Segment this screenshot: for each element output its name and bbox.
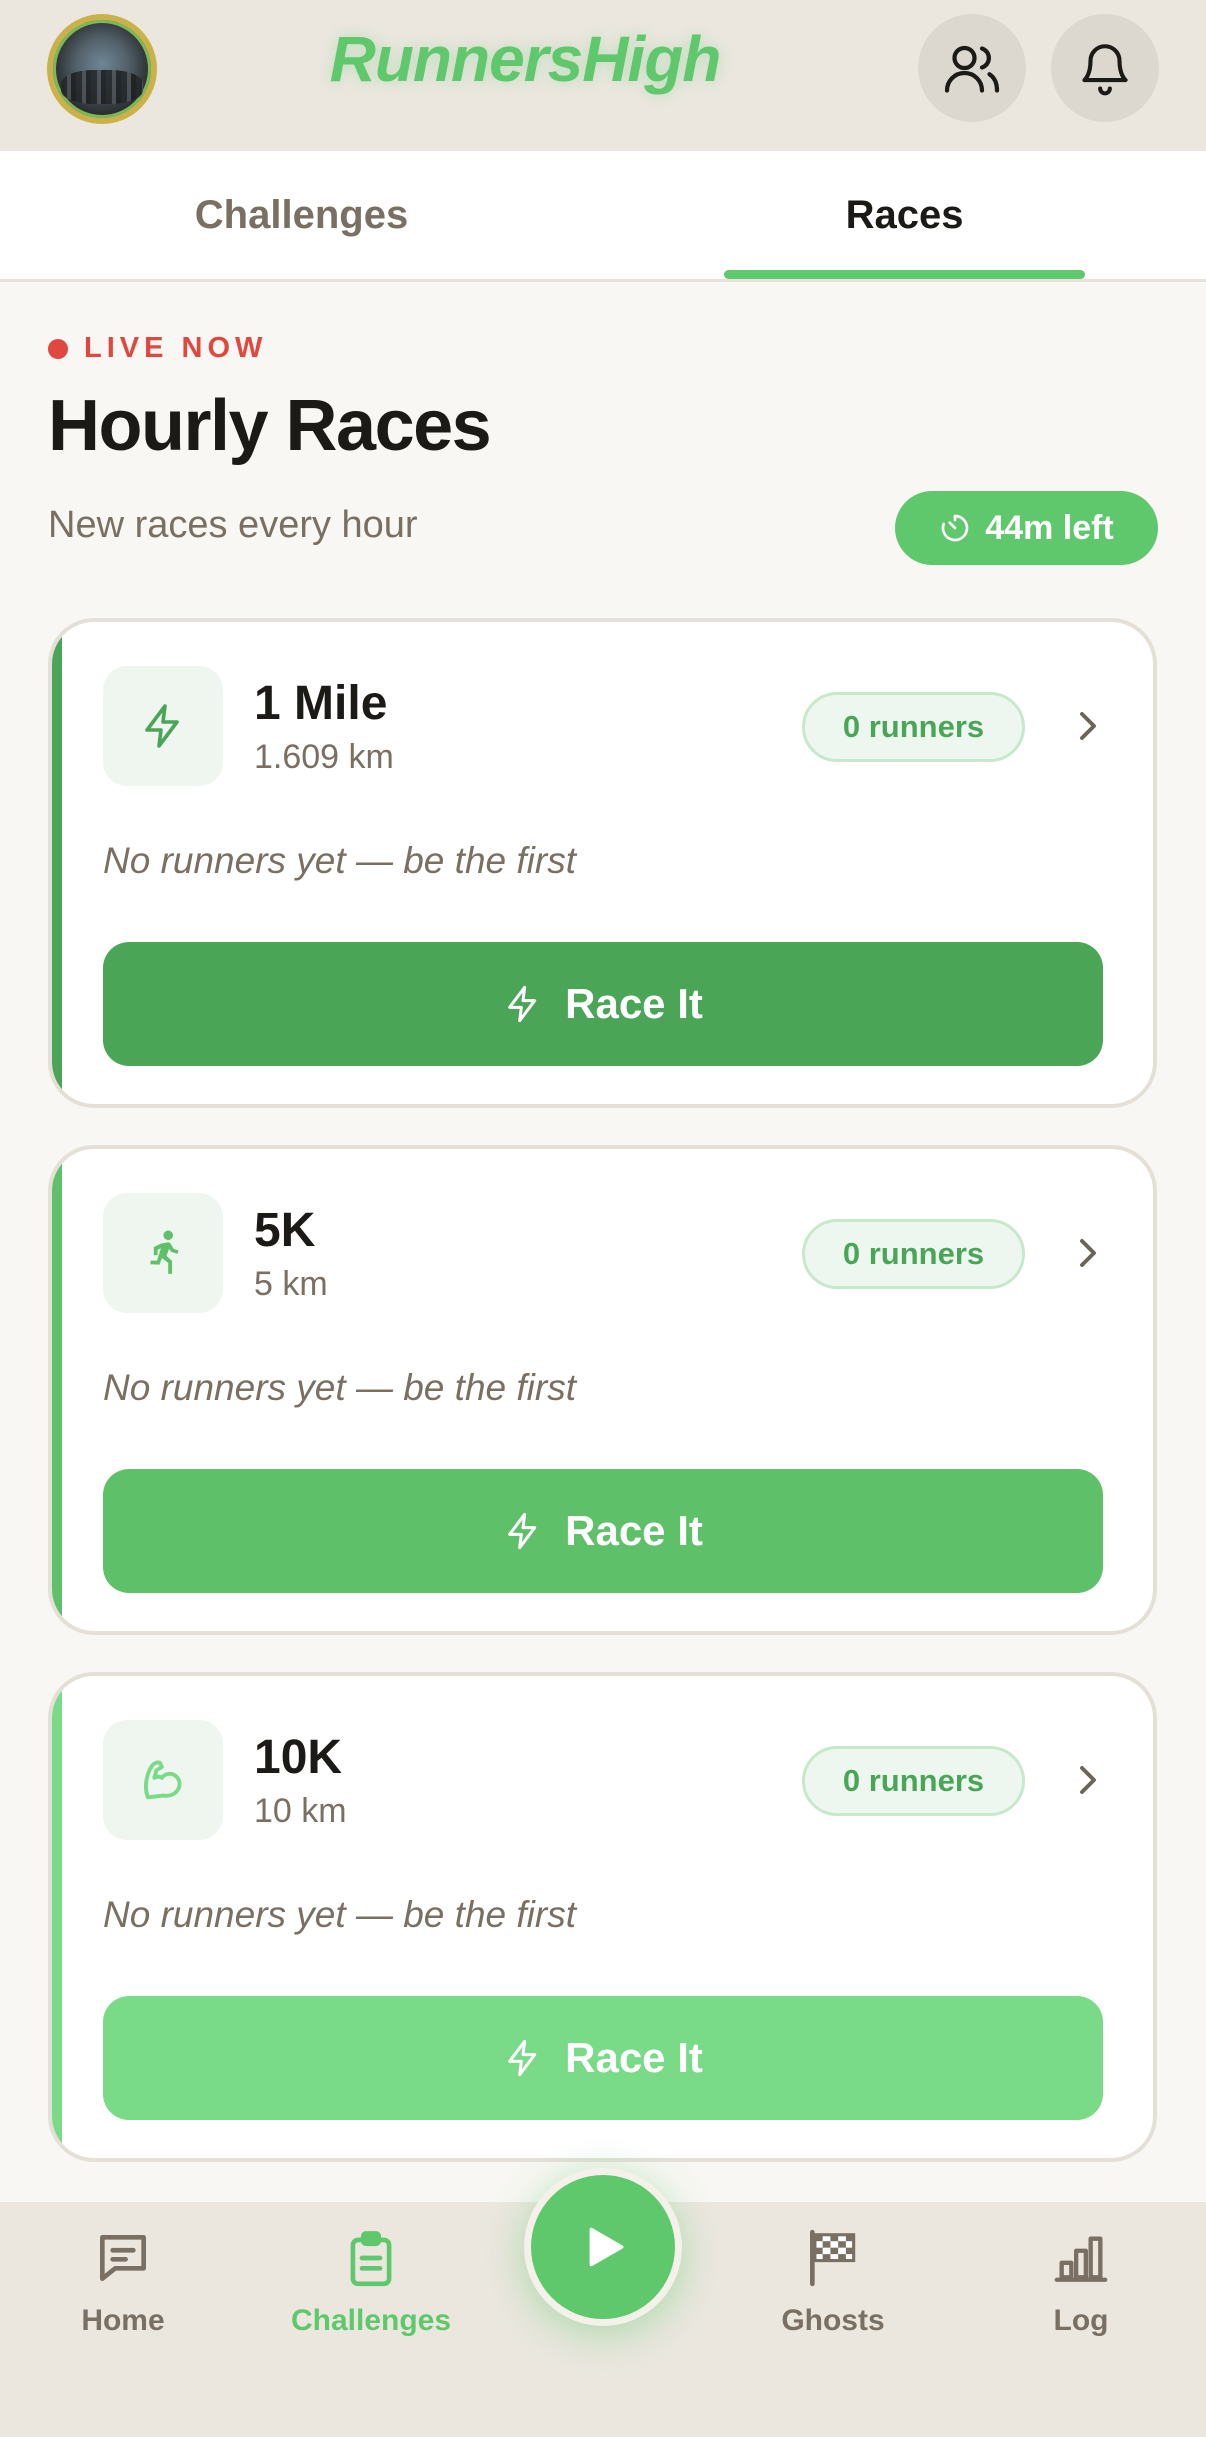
chat-icon [100, 2235, 146, 2281]
page-subtitle: New races every hour [48, 504, 418, 546]
app-logo: RunnersHigh [329, 23, 722, 95]
chevron-right-icon[interactable] [1070, 706, 1106, 746]
race-distance: 1.609 km [254, 738, 394, 776]
nav-log[interactable]: Log [981, 2222, 1181, 2352]
race-name: 5K [254, 1204, 316, 1257]
race-distance: 5 km [254, 1265, 328, 1303]
card-accent [52, 1676, 62, 2158]
app-header: RunnersHigh [0, 0, 1206, 151]
race-it-label: Race It [565, 980, 703, 1027]
race-card-10k[interactable]: 10K 10 km 0 runners No runners yet — be … [48, 1672, 1157, 2162]
card-accent [52, 622, 62, 1104]
users-icon [944, 45, 1000, 93]
play-icon [589, 2227, 624, 2267]
race-icon-box [103, 666, 223, 786]
flexed-arm-icon [143, 1760, 182, 1800]
card-accent [52, 1149, 62, 1631]
race-distance: 10 km [254, 1792, 347, 1830]
nav-label: Log [1053, 2304, 1109, 2337]
empty-state-text: No runners yet — be the first [103, 1894, 576, 1935]
race-name: 1 Mile [254, 677, 388, 730]
race-card-1-mile[interactable]: 1 Mile 1.609 km 0 runners No runners yet… [48, 618, 1157, 1108]
notifications-button[interactable] [1051, 14, 1159, 122]
segment-tabs: Challenges Races [0, 151, 1206, 282]
runners-count-badge: 0 runners [802, 1219, 1025, 1289]
chevron-right-icon[interactable] [1070, 1233, 1106, 1273]
timer-icon [941, 514, 969, 542]
checkered-flag-icon [810, 2229, 856, 2287]
nav-label: Challenges [290, 2304, 452, 2337]
nav-home[interactable]: Home [23, 2222, 223, 2352]
race-it-label: Race It [565, 2034, 703, 2081]
page-title: Hourly Races [48, 386, 492, 466]
active-tab-indicator [724, 270, 1085, 279]
runner-icon [150, 1230, 179, 1274]
bar-chart-icon [1054, 2236, 1108, 2282]
start-run-button[interactable] [524, 2168, 682, 2326]
clipboard-icon [350, 2231, 392, 2287]
friends-button[interactable] [918, 14, 1026, 122]
avatar[interactable] [47, 14, 157, 124]
chevron-right-icon[interactable] [1070, 1760, 1106, 1800]
lightning-icon [508, 1512, 537, 1550]
live-dot-icon [48, 338, 68, 359]
live-label: LIVE NOW [84, 332, 268, 364]
empty-state-text: No runners yet — be the first [103, 1367, 576, 1408]
race-it-button[interactable]: Race It [103, 942, 1103, 1066]
nav-label: Home [81, 2304, 165, 2337]
lightning-icon [508, 2039, 537, 2077]
nav-ghosts[interactable]: Ghosts [733, 2222, 933, 2352]
lightning-icon [508, 985, 537, 1023]
time-left-badge: 44m left [895, 491, 1158, 565]
runners-count-badge: 0 runners [802, 692, 1025, 762]
empty-state-text: No runners yet — be the first [103, 840, 576, 881]
race-it-button[interactable]: Race It [103, 1996, 1103, 2120]
nav-challenges[interactable]: Challenges [271, 2222, 471, 2352]
race-it-label: Race It [565, 1507, 703, 1554]
bell-icon [1082, 44, 1128, 96]
race-name: 10K [254, 1731, 343, 1784]
nav-label: Ghosts [781, 2304, 885, 2337]
race-it-button[interactable]: Race It [103, 1469, 1103, 1593]
live-indicator: LIVE NOW [48, 332, 267, 365]
race-icon-box [103, 1720, 223, 1840]
runners-count-badge: 0 runners [802, 1746, 1025, 1816]
time-left-text: 44m left [985, 508, 1114, 547]
race-card-5k[interactable]: 5K 5 km 0 runners No runners yet — be th… [48, 1145, 1157, 1635]
lightning-icon [145, 704, 179, 748]
tab-challenges[interactable]: Challenges [0, 151, 603, 279]
tab-races[interactable]: Races [603, 151, 1206, 279]
race-icon-box [103, 1193, 223, 1313]
